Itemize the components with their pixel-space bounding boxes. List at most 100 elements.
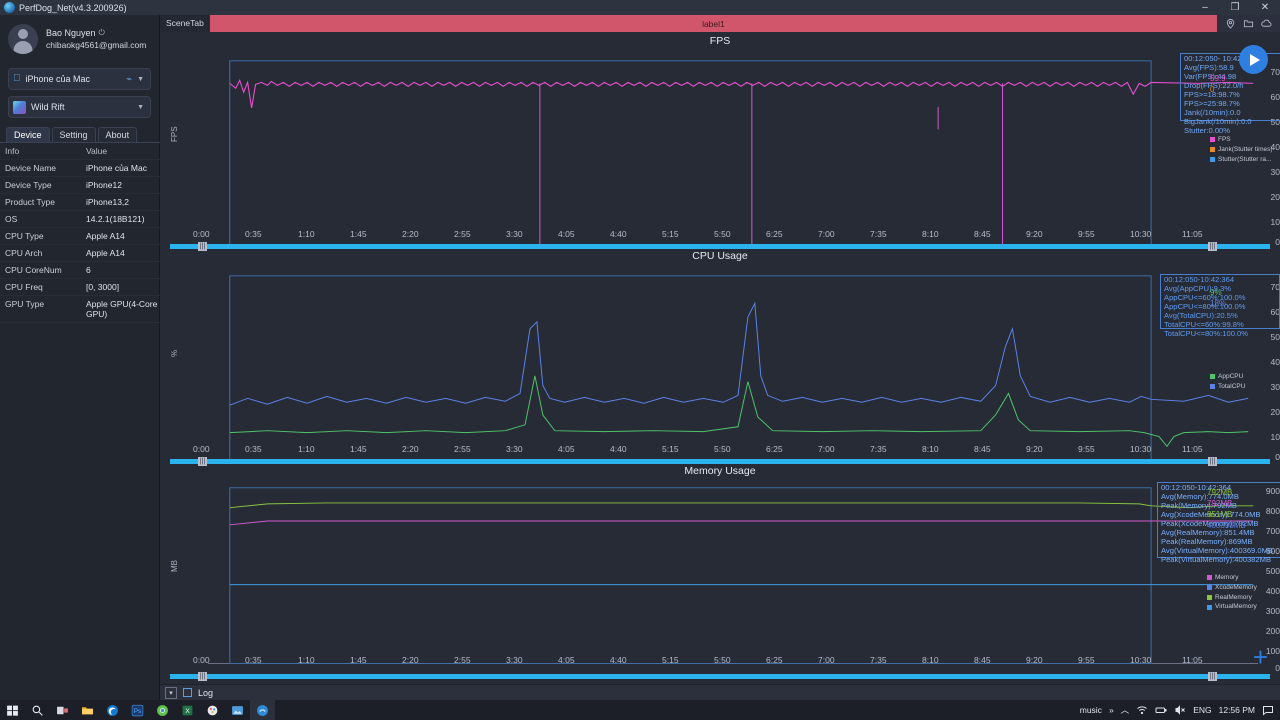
battery-icon[interactable] [1155,704,1167,716]
x-tick: 11:05 [1182,229,1203,239]
row-value: 6 [86,265,91,275]
app-thumbnail-icon [13,100,26,114]
x-tick: 2:20 [402,229,419,239]
legend-item: XcodeMemory [1207,583,1257,593]
account-block: Bao Nguyen ⏻ chibaokg4561@gmail.com [0,15,159,62]
close-button[interactable]: ✕ [1250,0,1280,15]
task-view-icon[interactable] [50,700,75,720]
chevron-down-icon[interactable]: ▼ [137,104,146,111]
appcpu-current-value: 9% [1210,288,1222,297]
stats-line: Peak(VirtualMemory):400382MB [1161,554,1272,564]
volume-muted-icon[interactable] [1174,704,1186,716]
scene-tab-label[interactable]: SceneTab [160,15,210,32]
memory-plot-area[interactable] [208,483,1268,673]
excel-icon[interactable]: X [175,700,200,720]
tray-language[interactable]: ENG [1193,705,1211,715]
tab-setting[interactable]: Setting [51,127,96,142]
location-pin-icon[interactable] [1225,18,1236,29]
row-value: Apple A14 [86,248,125,258]
y-axis-title: % [170,349,179,357]
x-tick: 9:55 [1078,229,1095,239]
legend-item: AppCPU [1210,372,1245,382]
x-tick: 0:35 [245,655,262,665]
photoshop-icon[interactable]: Ps [125,700,150,720]
x-tick: 9:20 [1026,229,1043,239]
x-tick: 7:35 [870,444,887,454]
row-value: Apple GPU(4-Core GPU) [86,299,158,319]
cloud-icon[interactable] [1261,18,1272,29]
x-tick: 10:30 [1130,444,1152,454]
fps-current-value: 59.9 [1210,74,1226,83]
totalcpu-current-value: 18% [1210,299,1227,308]
x-tick: 8:10 [922,655,939,665]
wifi-icon[interactable] [1136,704,1148,716]
x-tick: 4:05 [558,655,575,665]
row-key: CPU CoreNum [5,265,62,275]
row-key: CPU Type [5,231,44,241]
tray-chevron-up-icon[interactable]: ︿ [1121,704,1130,716]
start-icon[interactable] [0,700,25,720]
stats-line: TotalCPU<=80%:100.0% [1164,328,1249,338]
x-tick: 4:40 [610,444,627,454]
x-tick: 0:00 [193,229,210,239]
fps-legend: FPS Jank(Stutter times) Stutter(Stutter … [1210,135,1273,164]
notification-icon[interactable] [1262,704,1274,716]
x-tick: 1:10 [298,229,315,239]
y-axis-title: MB [170,560,179,572]
paint-icon[interactable] [200,700,225,720]
tray-music-label[interactable]: music [1080,705,1102,715]
x-tick: 10:30 [1130,229,1152,239]
x-tick: 4:05 [558,444,575,454]
windows-taskbar: Ps X music » ︿ ENG 12:56 PM [0,700,1280,720]
fps-plot-area[interactable] [208,53,1268,249]
maximize-button[interactable]: ❐ [1220,0,1250,15]
memory-legend: Memory XcodeMemory RealMemory VirtualMem… [1207,573,1257,612]
memory-timeline-scrollbar[interactable]: ||| ||| [160,672,1280,681]
perfdog-icon[interactable] [250,700,275,720]
link-icon[interactable]: ⌁ [126,74,132,85]
bottom-bar: ▾ Log [160,684,1280,700]
tab-device[interactable]: Device [6,127,50,142]
x-tick: 0:00 [193,655,210,665]
scroll-grip-left[interactable]: ||| [198,672,207,681]
file-explorer-icon[interactable] [75,700,100,720]
row-value: [0, 3000] [86,282,120,292]
row-value: Apple A14 [86,231,125,241]
expand-button[interactable]: ▾ [165,686,177,699]
sidebar-tabs: Device Setting About [6,127,159,142]
x-tick: 2:55 [454,655,471,665]
minimize-button[interactable]: – [1190,0,1220,15]
cpu-plot-area[interactable] [208,268,1268,464]
power-icon[interactable]: ⏻ [99,28,105,38]
jank-current-value: 0 [1210,85,1215,94]
play-button[interactable] [1239,45,1268,74]
x-tick: 0:00 [193,444,210,454]
avatar [8,24,38,54]
table-row: OS 14.2.1(18B121) [0,211,160,228]
photos-icon[interactable] [225,700,250,720]
tray-overflow-icon[interactable]: » [1109,705,1114,715]
legend-item: VirtualMemory [1207,602,1257,612]
x-tick: 1:45 [350,229,367,239]
tray-clock[interactable]: 12:56 PM [1219,705,1255,715]
row-value: iPhone12 [86,180,122,190]
scroll-grip-right[interactable]: ||| [1208,672,1217,681]
log-checkbox[interactable] [183,688,192,697]
app-selector[interactable]: Wild Rift ▼ [8,96,151,118]
scene-tag-bar[interactable]: label1 [209,15,1217,32]
legend-label: XcodeMemory [1215,583,1257,591]
edge-icon[interactable] [100,700,125,720]
chrome-icon[interactable] [150,700,175,720]
device-selector[interactable]:  iPhone của Mac ⌁ ▼ [8,68,151,90]
add-metric-button[interactable]: + [1253,644,1268,670]
folder-icon[interactable] [1243,18,1254,29]
x-tick: 9:20 [1026,444,1043,454]
tab-about[interactable]: About [97,127,138,142]
scene-tag-label: label1 [702,18,725,29]
chart-title: FPS [709,35,731,47]
x-tick: 5:50 [714,444,731,454]
x-tick: 4:40 [610,229,627,239]
search-icon[interactable] [25,700,50,720]
chevron-down-icon[interactable]: ▼ [137,76,146,83]
x-tick: 9:55 [1078,655,1095,665]
